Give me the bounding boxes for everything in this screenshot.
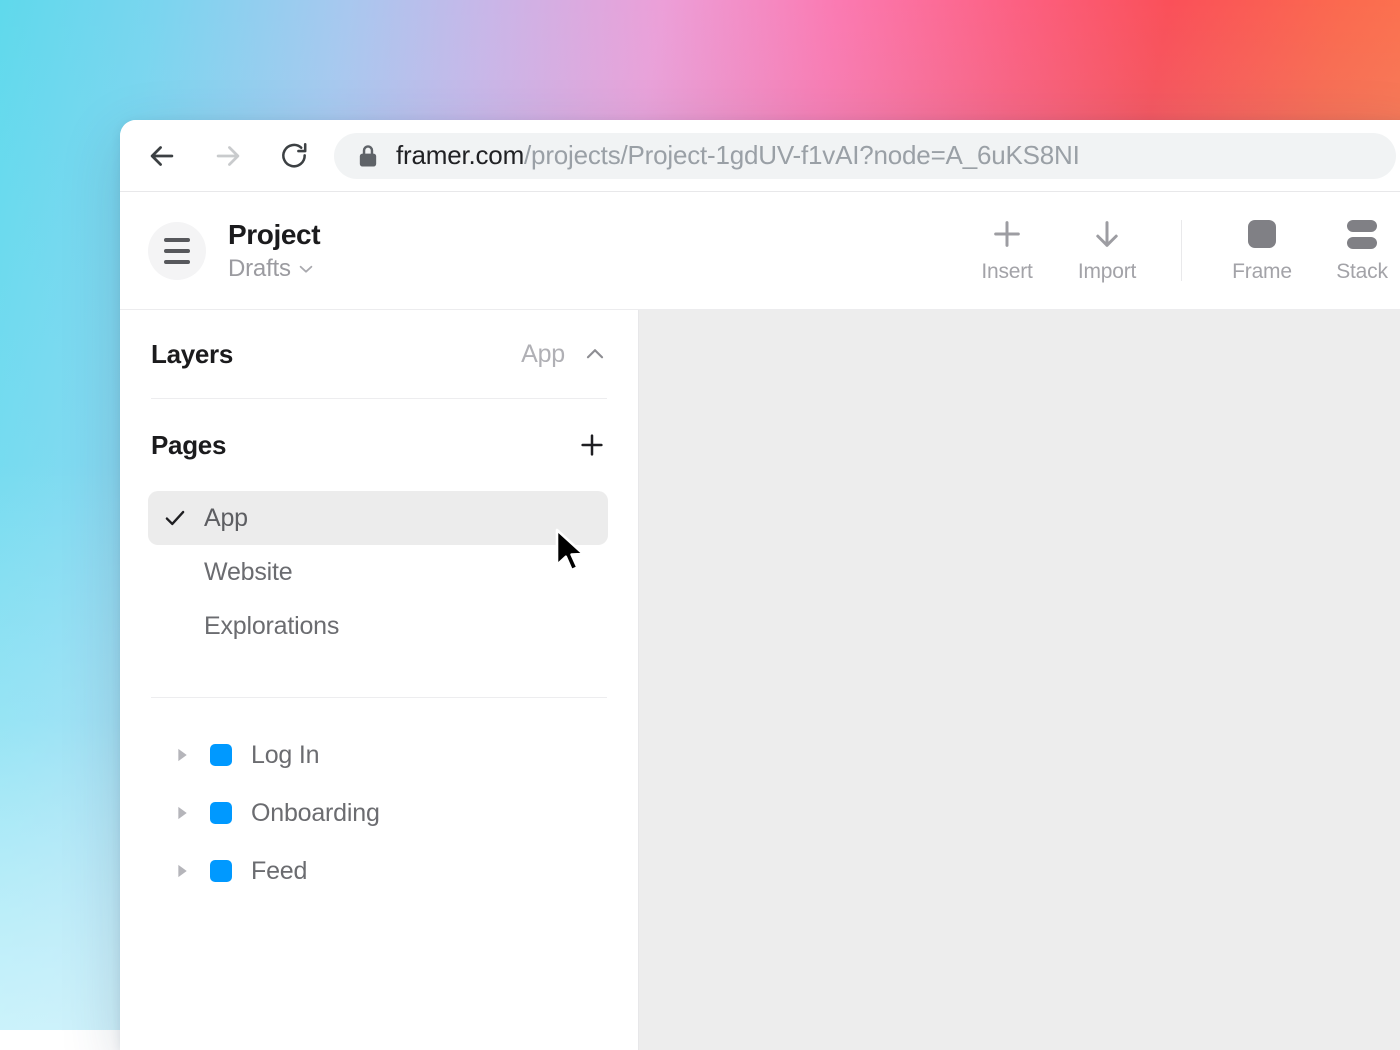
layer-item-label: Feed <box>251 857 307 886</box>
toolbar-divider <box>1181 220 1182 281</box>
layers-title: Layers <box>151 339 233 370</box>
frame-icon <box>1248 217 1276 251</box>
chevron-down-icon <box>297 260 315 278</box>
layer-item-label: Onboarding <box>251 799 380 828</box>
layers-current-page: App <box>521 340 565 369</box>
main-body: Layers App Pages <box>120 310 1400 1050</box>
pages-list: App Website Explorations <box>120 491 638 653</box>
reload-icon <box>278 140 310 172</box>
url-path: /projects/Project-1gdUV-f1vAI?node=A_6uK… <box>524 140 1080 170</box>
chevron-up-icon[interactable] <box>582 341 608 367</box>
insert-button-label: Insert <box>981 260 1032 284</box>
plus-icon <box>990 217 1024 251</box>
pages-title: Pages <box>151 430 226 461</box>
layer-item-feed[interactable]: Feed <box>148 842 608 900</box>
triangle-right-icon[interactable] <box>168 806 198 820</box>
project-folder-label: Drafts <box>228 255 291 283</box>
page-item-label: Website <box>204 558 292 587</box>
add-page-button[interactable] <box>576 429 608 461</box>
layer-item-onboarding[interactable]: Onboarding <box>148 784 608 842</box>
hamburger-icon-bar <box>164 260 190 264</box>
frame-swatch-icon <box>210 744 232 766</box>
project-meta: Project Drafts <box>228 218 320 282</box>
triangle-right-icon[interactable] <box>168 748 198 762</box>
page-item-app[interactable]: App <box>148 491 608 545</box>
design-canvas[interactable] <box>639 310 1400 1050</box>
layer-list: Log In Onboarding Feed <box>120 698 638 900</box>
import-button-label: Import <box>1078 260 1136 284</box>
frame-swatch-icon <box>210 802 232 824</box>
arrow-right-icon <box>211 139 245 173</box>
hamburger-menu-button[interactable] <box>148 222 206 280</box>
page-item-explorations[interactable]: Explorations <box>148 599 608 653</box>
page-item-label: App <box>204 504 248 533</box>
forward-button[interactable] <box>206 134 250 178</box>
project-folder-selector[interactable]: Drafts <box>228 255 320 283</box>
layer-item-log-in[interactable]: Log In <box>148 726 608 784</box>
stack-button-label: Stack <box>1336 260 1388 284</box>
page-title: Project <box>228 218 320 251</box>
browser-chrome: framer.com/projects/Project-1gdUV-f1vAI?… <box>120 120 1400 192</box>
triangle-right-icon[interactable] <box>168 864 198 878</box>
hamburger-icon-bar <box>164 238 190 242</box>
arrow-left-icon <box>145 139 179 173</box>
url-text: framer.com/projects/Project-1gdUV-f1vAI?… <box>396 140 1080 171</box>
lock-icon <box>356 142 380 170</box>
layers-sidebar: Layers App Pages <box>120 310 639 1050</box>
frame-button[interactable]: Frame <box>1212 192 1312 309</box>
back-button[interactable] <box>140 134 184 178</box>
frame-swatch-icon <box>210 860 232 882</box>
toolbar-actions: Insert Import Frame <box>957 192 1400 309</box>
plus-icon <box>577 430 607 460</box>
url-host: framer.com <box>396 140 524 170</box>
page-item-label: Explorations <box>204 612 339 641</box>
insert-button[interactable]: Insert <box>957 192 1057 309</box>
browser-window: framer.com/projects/Project-1gdUV-f1vAI?… <box>120 120 1400 1050</box>
hamburger-icon-bar <box>164 249 190 253</box>
stack-button[interactable]: Stack <box>1312 192 1400 309</box>
pages-panel-header: Pages <box>120 399 638 491</box>
frame-button-label: Frame <box>1232 260 1292 284</box>
check-icon <box>162 505 204 531</box>
arrow-down-icon <box>1090 217 1124 251</box>
reload-button[interactable] <box>272 134 316 178</box>
layers-panel-header[interactable]: Layers App <box>120 310 638 398</box>
app-toolbar: Project Drafts Insert <box>120 192 1400 310</box>
stack-icon <box>1347 217 1377 251</box>
address-bar[interactable]: framer.com/projects/Project-1gdUV-f1vAI?… <box>334 133 1396 179</box>
pages-spacer <box>120 653 638 697</box>
page-item-website[interactable]: Website <box>148 545 608 599</box>
layer-item-label: Log In <box>251 741 319 770</box>
import-button[interactable]: Import <box>1057 192 1157 309</box>
